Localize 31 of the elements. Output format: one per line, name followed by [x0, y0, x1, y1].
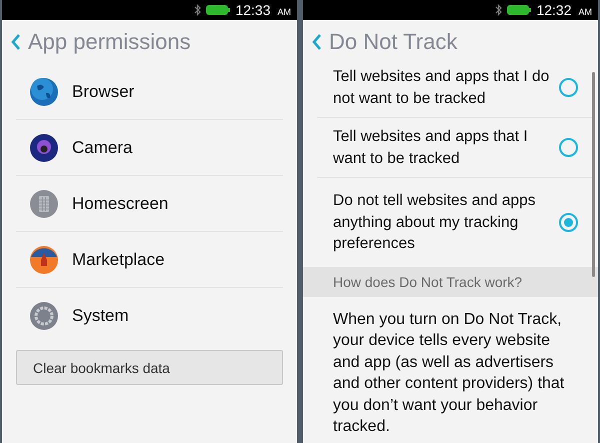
clock-meridiem: AM: [278, 6, 291, 16]
app-list-item[interactable]: System: [16, 288, 283, 344]
grid-icon: [29, 188, 59, 218]
radio-button[interactable]: [559, 212, 578, 232]
clock-time: 12:33: [235, 2, 270, 18]
clear-bookmarks-button[interactable]: Clear bookmarks data: [16, 350, 283, 385]
clock-time: 12:32: [536, 2, 572, 18]
back-icon[interactable]: [312, 33, 322, 51]
globe-icon: [29, 76, 59, 106]
screen-title: Do Not Track: [329, 29, 458, 55]
app-list-item[interactable]: Marketplace: [16, 232, 283, 288]
app-list-item[interactable]: Camera: [16, 120, 283, 176]
camera-icon: [29, 132, 59, 162]
radio-button[interactable]: [559, 78, 578, 97]
clock-meridiem: AM: [578, 6, 592, 16]
bluetooth-icon: [495, 4, 502, 16]
gear-icon: [29, 301, 59, 331]
battery-icon: [206, 5, 230, 15]
option-label: Tell websites and apps that I want to be tracked: [333, 127, 529, 168]
screen-title: App permissions: [28, 29, 191, 55]
app-list-item[interactable]: Browser: [16, 64, 283, 120]
radio-button[interactable]: [559, 138, 578, 157]
bluetooth-icon: [194, 4, 202, 16]
option-label: Tell websites and apps that I do not want to be tracked: [333, 67, 550, 108]
battery-icon: [507, 5, 532, 15]
app-list-item[interactable]: Homescreen: [16, 176, 283, 232]
option-label: Do not tell websites and apps anything about my tracking preferences: [333, 191, 536, 254]
description-text: When you turn on Do Not Track, your device tells every website and app (as well as advertisers and other content providers) that you don’t want your behavior tracked.: [332, 310, 566, 437]
back-icon[interactable]: [11, 33, 21, 51]
rocket-icon: [29, 244, 59, 274]
section-header: How does Do Not Track work?: [303, 266, 598, 296]
